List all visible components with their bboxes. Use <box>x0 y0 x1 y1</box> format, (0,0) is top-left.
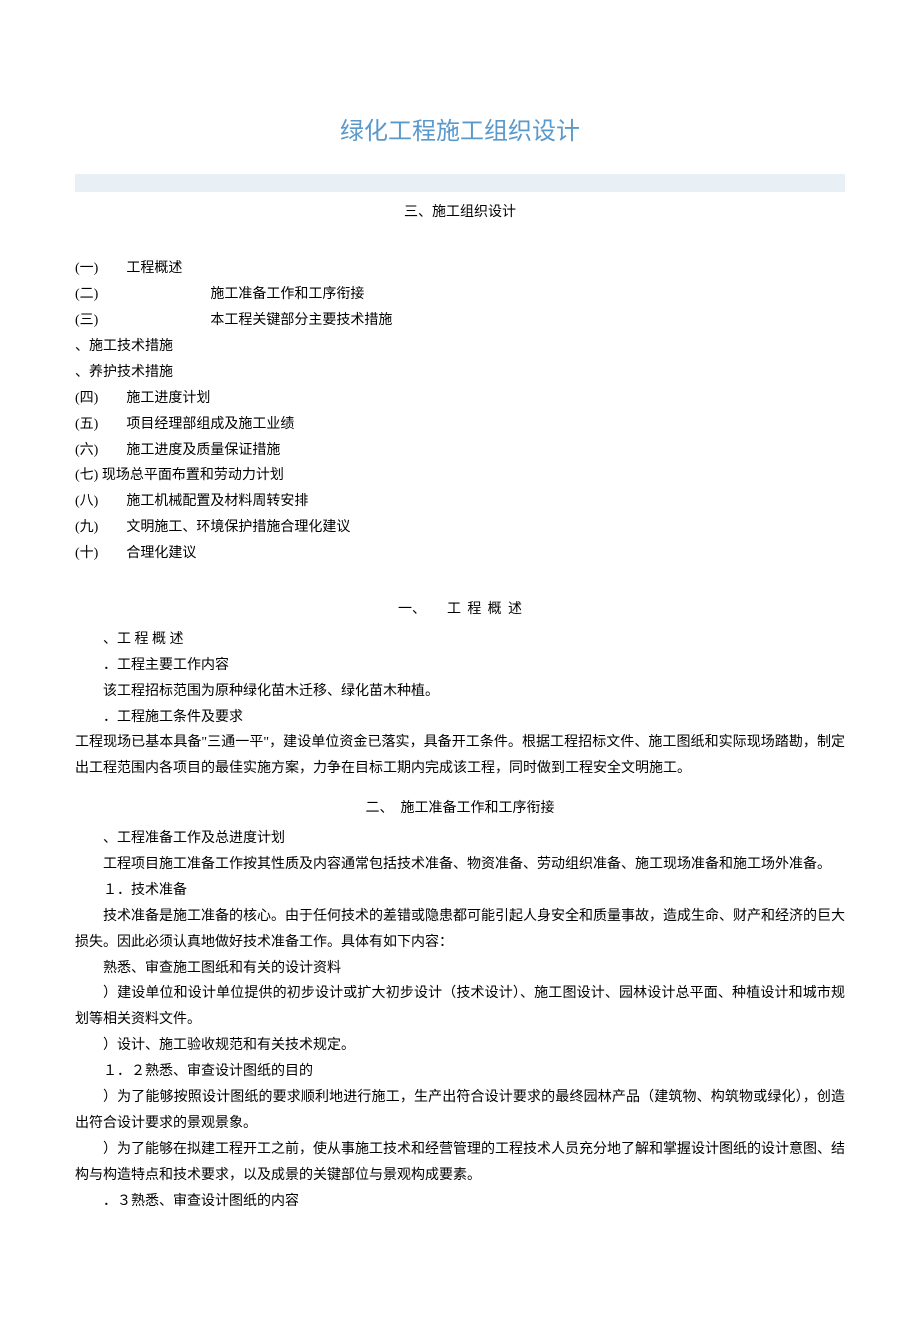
accent-bar <box>75 174 845 192</box>
toc-item: (七) 现场总平面布置和劳动力计划 <box>75 463 845 489</box>
toc-item: (十) 合理化建议 <box>75 541 845 567</box>
body-text: １．技术准备 <box>75 878 845 904</box>
toc-item: (六) 施工进度及质量保证措施 <box>75 438 845 464</box>
body-text: ．３熟悉、审查设计图纸的内容 <box>75 1189 845 1215</box>
body-text: ．工程主要工作内容 <box>75 653 845 679</box>
body-text: ）为了能够在拟建工程开工之前，使从事施工技术和经营管理的工程技术人员充分地了解和… <box>75 1137 845 1189</box>
body-text: 该工程招标范围为原种绿化苗木迁移、绿化苗木种植。 <box>75 679 845 705</box>
toc-item: (一) 工程概述 <box>75 256 845 282</box>
toc-item: (八) 施工机械配置及材料周转安排 <box>75 489 845 515</box>
body-text: 熟悉、审查施工图纸和有关的设计资料 <box>75 956 845 982</box>
body-text: 工程项目施工准备工作按其性质及内容通常包括技术准备、物资准备、劳动组织准备、施工… <box>75 852 845 878</box>
body-text: ．工程施工条件及要求 <box>75 705 845 731</box>
body-text: １．２熟悉、审查设计图纸的目的 <box>75 1059 845 1085</box>
section-2-heading: 二、 施工准备工作和工序衔接 <box>75 796 845 822</box>
toc-item: (五) 项目经理部组成及施工业绩 <box>75 412 845 438</box>
toc-item: (二) 施工准备工作和工序衔接 <box>75 282 845 308</box>
doc-heading: 三、施工组织设计 <box>75 200 845 226</box>
table-of-contents: (一) 工程概述 (二) 施工准备工作和工序衔接 (三) 本工程关键部分主要技术… <box>75 256 845 567</box>
toc-item: 、养护技术措施 <box>75 360 845 386</box>
body-text: ）设计、施工验收规范和有关技术规定。 <box>75 1033 845 1059</box>
section-1-heading: 一、 工 程 概 述 <box>75 597 845 623</box>
page-title: 绿化工程施工组织设计 <box>75 110 845 154</box>
body-text: ）建设单位和设计单位提供的初步设计或扩大初步设计（技术设计）、施工图设计、园林设… <box>75 981 845 1033</box>
body-text: 技术准备是施工准备的核心。由于任何技术的差错或隐患都可能引起人身安全和质量事故，… <box>75 904 845 956</box>
toc-item: 、施工技术措施 <box>75 334 845 360</box>
toc-item: (三) 本工程关键部分主要技术措施 <box>75 308 845 334</box>
toc-item: (九) 文明施工、环境保护措施合理化建议 <box>75 515 845 541</box>
toc-item: (四) 施工进度计划 <box>75 386 845 412</box>
body-text: ）为了能够按照设计图纸的要求顺利地进行施工，生产出符合设计要求的最终园林产品（建… <box>75 1085 845 1137</box>
body-text: 、工 程 概 述 <box>75 627 845 653</box>
body-text: 工程现场已基本具备"三通一平"，建设单位资金已落实，具备开工条件。根据工程招标文… <box>75 730 845 782</box>
body-text: 、工程准备工作及总进度计划 <box>75 826 845 852</box>
